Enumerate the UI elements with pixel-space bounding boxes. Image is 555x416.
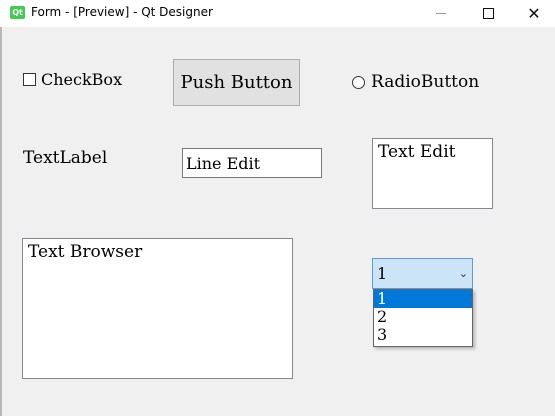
checkbox-box[interactable]	[23, 73, 36, 86]
close-icon: ✕	[527, 3, 541, 23]
qt-app-icon: Qt	[10, 6, 25, 19]
window-title: Form - [Preview] - Qt Designer	[31, 5, 213, 19]
radio-button[interactable]: RadioButton	[352, 72, 479, 92]
text-browser[interactable]: Text Browser	[22, 238, 293, 379]
push-button[interactable]: Push Button	[173, 59, 300, 106]
window-border	[0, 27, 2, 416]
maximize-icon	[482, 8, 494, 19]
text-edit[interactable]: Text Edit	[372, 138, 493, 209]
text-label: TextLabel	[23, 148, 108, 168]
close-button[interactable]: ✕	[511, 0, 555, 27]
combo-option-1[interactable]: 1	[374, 290, 472, 308]
radio-label: RadioButton	[371, 72, 480, 92]
minimize-button[interactable]	[418, 0, 464, 27]
title-bar: Qt Form - [Preview] - Qt Designer ✕	[0, 0, 555, 27]
combo-box[interactable]: 1 ⌄	[372, 258, 473, 289]
combo-selected-value: 1	[377, 264, 388, 283]
radio-circle[interactable]	[352, 75, 365, 89]
maximize-button[interactable]	[465, 0, 511, 27]
checkbox[interactable]: CheckBox	[23, 70, 122, 89]
line-edit[interactable]	[182, 148, 322, 178]
checkbox-label: CheckBox	[41, 70, 123, 89]
combo-option-3[interactable]: 3	[374, 326, 472, 344]
combo-dropdown-list: 1 2 3	[373, 289, 473, 347]
chevron-down-icon[interactable]: ⌄	[459, 267, 468, 280]
minimize-icon	[436, 13, 446, 14]
combo-option-2[interactable]: 2	[374, 308, 472, 326]
